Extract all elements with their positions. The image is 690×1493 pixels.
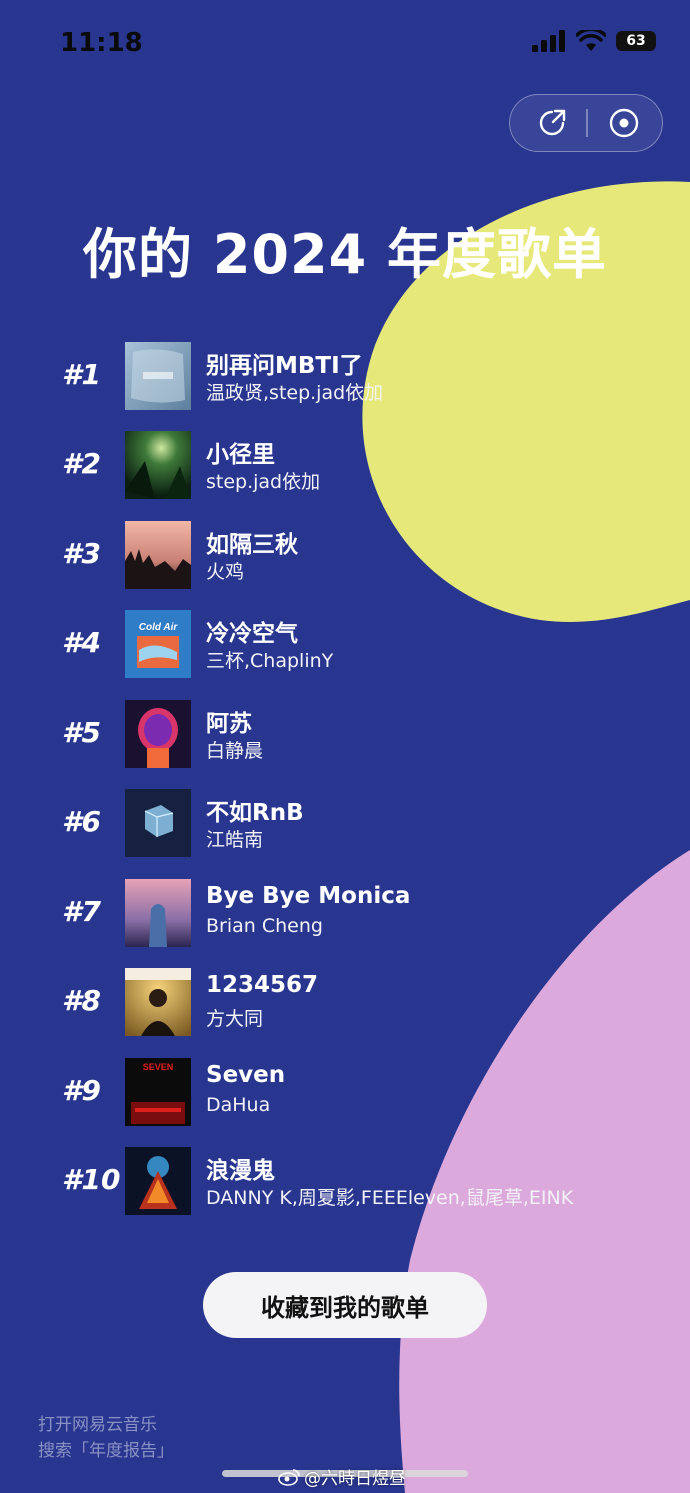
page-title: 你的 2024 年度歌单 [83,223,607,286]
song-rank: #5 [62,716,101,749]
status-bar: 11:18 63 [0,0,690,88]
song-title: 浪漫鬼 [206,1158,275,1184]
album-cover [125,521,191,589]
song-row[interactable]: #8 1234567 方大同 [0,968,690,1036]
song-rank: #7 [62,895,101,928]
song-title: 小径里 [206,442,275,468]
song-title: 如隔三秋 [206,532,298,558]
song-rank: #8 [62,984,101,1017]
watermark: @六時日煜昼 [278,1464,406,1489]
song-rank: #1 [62,358,101,391]
song-row[interactable]: #3 如隔三秋 火鸡 [0,521,690,589]
status-icons: 63 [532,30,656,52]
save-to-playlist-button[interactable]: 收藏到我的歌单 [203,1272,487,1338]
footer-hint-line2: 搜索「年度报告」 [38,1441,174,1461]
song-title: 阿苏 [206,711,252,737]
album-cover [125,700,191,768]
wifi-icon [576,30,606,51]
share-button[interactable] [514,95,590,151]
song-artist: 方大同 [206,1008,264,1030]
song-artist: 白静晨 [206,740,264,762]
song-artist: 火鸡 [206,561,245,583]
album-cover: Cold Air [125,610,191,678]
song-rank: #2 [62,447,101,480]
song-rank: #3 [62,537,101,570]
weibo-icon [278,1468,300,1486]
song-artist: 三杯,ChaplinY [206,650,334,672]
album-cover: SEVEN [125,1058,191,1126]
battery-level: 63 [626,33,646,49]
cover-text: SEVEN [143,1062,174,1072]
song-title: 别再问MBTI了 [206,353,363,379]
album-cover [125,1147,191,1215]
album-cover [125,342,191,410]
battery-icon: 63 [616,31,656,51]
album-cover [125,968,191,1036]
song-title: Bye Bye Monica [206,883,411,909]
share-arrow-icon [539,109,566,136]
target-close-icon [609,108,639,138]
song-artist: DaHua [206,1094,271,1116]
song-row[interactable]: #6 不如RnB 江皓南 [0,789,690,857]
song-row[interactable]: #5 阿苏 白静晨 [0,700,690,768]
song-title: 不如RnB [206,800,304,826]
album-cover [125,431,191,499]
song-artist: Brian Cheng [206,915,323,937]
song-title: Seven [206,1062,286,1088]
song-artist: step.jad依加 [206,471,321,493]
song-row[interactable]: #9 SEVEN Seven DaHua [0,1058,690,1126]
song-row[interactable]: #10 浪漫鬼 DANNY K,周夏影,FEEEleven,鼠尾草,EINK [0,1147,690,1215]
close-button[interactable] [586,95,662,151]
song-rank: #4 [62,626,101,659]
song-artist: 温政贤,step.jad依加 [206,382,384,404]
song-row[interactable]: #2 小径里 step.jad依加 [0,431,690,499]
song-rank: #6 [62,805,101,838]
cover-text: Cold Air [139,622,179,633]
footer-hint: 打开网易云音乐 搜索「年度报告」 [38,1412,174,1464]
song-rank: #10 [62,1163,121,1196]
status-time: 11:18 [60,28,143,58]
signal-bars-icon [532,30,565,52]
watermark-text: @六時日煜昼 [304,1469,406,1489]
album-cover [125,789,191,857]
footer-hint-line1: 打开网易云音乐 [38,1415,157,1435]
album-cover [125,879,191,947]
song-artist: 江皓南 [206,829,264,851]
song-row[interactable]: #1 别再问MBTI了 温政贤,step.jad依加 [0,342,690,410]
song-row[interactable]: #4 Cold Air 冷冷空气 三杯,ChaplinY [0,610,690,678]
song-artist: DANNY K,周夏影,FEEEleven,鼠尾草,EINK [206,1187,574,1209]
song-rank: #9 [62,1074,101,1107]
song-title: 冷冷空气 [206,621,298,647]
top-right-capsule [509,94,663,152]
song-title: 1234567 [206,972,319,998]
song-row[interactable]: #7 Bye Bye Monica Brian Cheng [0,879,690,947]
